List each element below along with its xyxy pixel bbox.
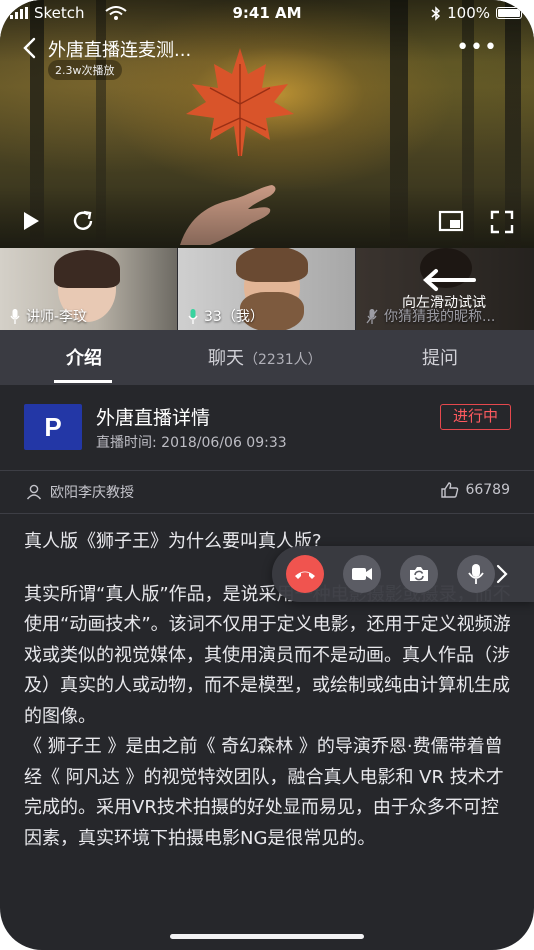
- divider: [0, 513, 534, 514]
- teacher-info[interactable]: 欧阳李庆教授: [26, 482, 134, 502]
- article-paragraph: 其实所谓“真人版”作品，是说采用一种电影摄影或摄录，而不使用“动画技术”。该词不…: [24, 583, 511, 727]
- microphone-icon: [468, 564, 484, 584]
- switch-camera-icon: [410, 567, 428, 581]
- like-count: 66789: [465, 482, 510, 498]
- phone-hangup-icon: [295, 571, 315, 579]
- video-title: 外唐直播连麦测...: [48, 40, 192, 61]
- divider: [0, 470, 534, 471]
- camera-button[interactable]: [343, 555, 381, 593]
- live-time: 直播时间: 2018/06/06 09:33: [96, 435, 287, 451]
- more-icon[interactable]: •••: [456, 35, 498, 60]
- status-bar: Sketch 9:41 AM 100%: [0, 0, 534, 26]
- back-icon[interactable]: [20, 36, 40, 60]
- tab-chat[interactable]: 聊天（2231人）: [208, 344, 322, 370]
- refresh-icon[interactable]: [70, 208, 96, 234]
- user-icon: [26, 484, 42, 500]
- home-indicator: [170, 934, 364, 939]
- battery-icon: [496, 7, 522, 19]
- tab-bar: 介绍 聊天（2231人） 提问: [0, 330, 534, 385]
- fullscreen-icon[interactable]: [490, 210, 514, 234]
- play-count: 2.3w次播放: [48, 60, 122, 80]
- video-player[interactable]: Sketch 9:41 AM 100% 外唐直播连麦测... 2.3w次播放 •…: [0, 0, 534, 248]
- video-camera-icon: [352, 568, 372, 580]
- channel-logo: P: [24, 404, 82, 450]
- swipe-hint: 向左滑动试试: [402, 295, 486, 311]
- pip-icon[interactable]: [438, 210, 464, 232]
- switch-camera-button[interactable]: [400, 555, 438, 593]
- tab-intro[interactable]: 介绍: [66, 344, 102, 370]
- mic-active-icon: [188, 308, 198, 324]
- tab-questions[interactable]: 提问: [422, 344, 458, 370]
- mic-muted-icon: [366, 308, 378, 324]
- participant-tile-teacher[interactable]: 讲师-李玟: [0, 248, 177, 330]
- microphone-button[interactable]: [457, 555, 495, 593]
- phone-screen: Sketch 9:41 AM 100% 外唐直播连麦测... 2.3w次播放 •…: [0, 0, 534, 950]
- participants-strip[interactable]: 讲师-李玟 33（我） 你猜猜我的昵称... 向左滑动试试: [0, 248, 534, 330]
- hangup-button[interactable]: [286, 555, 324, 593]
- live-title: 外唐直播详情: [96, 407, 211, 429]
- status-badge: 进行中: [440, 404, 511, 430]
- teacher-name: 欧阳李庆教授: [50, 485, 134, 501]
- play-icon[interactable]: [20, 210, 42, 232]
- participant-label: 讲师-李玟: [26, 309, 88, 325]
- like-button[interactable]: 66789: [441, 482, 510, 498]
- participant-label: 33（我）: [204, 309, 264, 325]
- arrow-left-icon: [423, 269, 476, 291]
- tab-indicator: [54, 380, 112, 383]
- participant-tile-me[interactable]: 33（我）: [178, 248, 355, 330]
- call-control-bar: [272, 546, 534, 602]
- chevron-right-icon[interactable]: [494, 560, 510, 588]
- mic-icon: [10, 308, 20, 324]
- thumbs-up-icon: [441, 482, 459, 498]
- bluetooth-icon: [431, 5, 441, 21]
- battery-percent: 100%: [447, 4, 490, 22]
- article-paragraph: 《 狮子王 》是由之前《 奇幻森林 》的导演乔恩·费儒带着曾经《 阿凡达 》的视…: [24, 736, 504, 849]
